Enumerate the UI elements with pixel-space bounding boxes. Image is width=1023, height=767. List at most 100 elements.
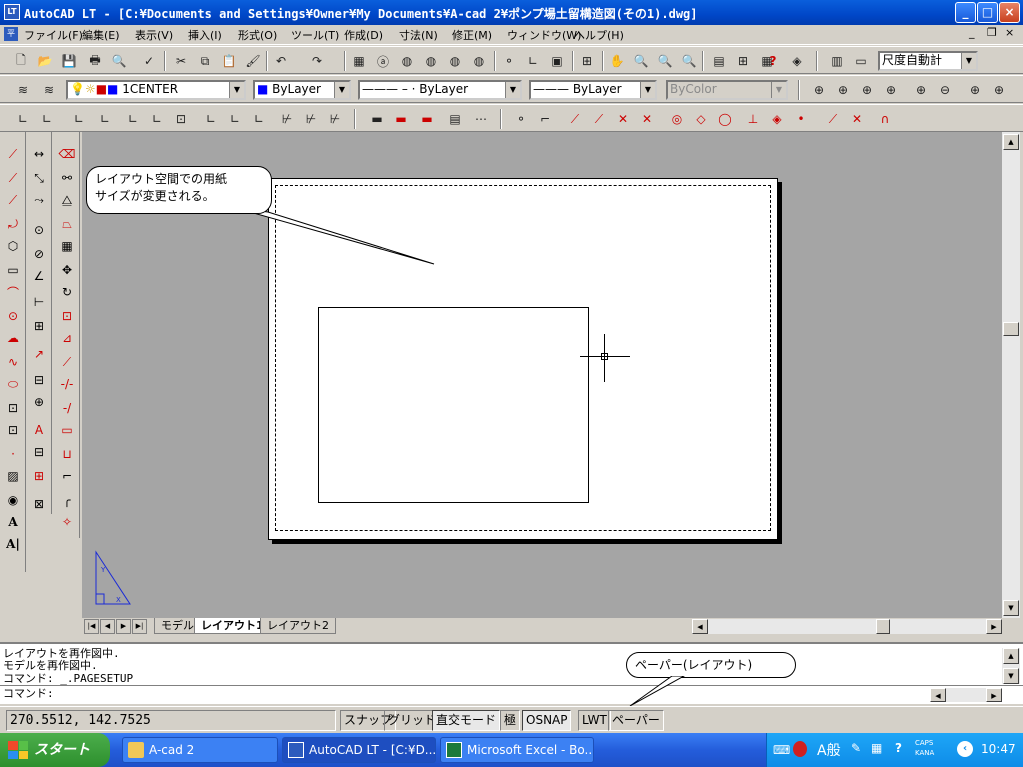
menu-tools[interactable]: ツール(T) [291, 27, 339, 43]
dim-textedit-icon[interactable]: ▬ [392, 110, 410, 128]
scale-icon[interactable]: ⊡ [57, 306, 77, 326]
copy-object-icon[interactable]: ⚯ [57, 168, 77, 188]
rectangle-icon[interactable]: ▭ [3, 260, 23, 280]
circle-icon[interactable]: ⊙ [3, 306, 23, 326]
center-mark-icon[interactable]: ⊕ [29, 392, 49, 412]
first-tab-icon[interactable]: |◀ [84, 619, 99, 634]
dimstyle-icon[interactable]: ▥ [828, 52, 846, 70]
prev-tab-icon[interactable]: ◀ [100, 619, 115, 634]
zoom-window-icon[interactable]: ⊕ [810, 81, 828, 99]
tolerance-icon[interactable]: ⊟ [29, 370, 49, 390]
ime-help-icon[interactable]: ? [895, 741, 902, 755]
insert-block-icon[interactable]: ⊡ [3, 398, 23, 418]
xline-icon[interactable]: ⟋ [3, 168, 23, 188]
dimtedit-v-icon[interactable]: ⊟ [29, 442, 49, 462]
dim-aligned-icon[interactable]: ∟ [38, 110, 56, 128]
polyline-icon[interactable]: ⟋ [3, 190, 23, 210]
paper-model-button[interactable]: ペーパー [608, 710, 664, 731]
clock[interactable]: 10:47 [981, 742, 1016, 756]
drawing-area[interactable]: Y X レイアウト空間での用紙 サイズが変更される。 [82, 132, 1002, 618]
dim-radius-v-icon[interactable]: ⊙ [29, 220, 49, 240]
dimstyle-dialog-icon[interactable]: ▤ [446, 110, 464, 128]
web-icon[interactable]: ◍ [398, 52, 416, 70]
arc-icon[interactable]: ⌒ [3, 282, 23, 302]
menu-help[interactable]: ヘルプ(H) [574, 27, 624, 43]
snap-from-icon[interactable]: ⚬ [500, 52, 518, 70]
dim-baseline-v-icon[interactable]: ⊢ [29, 292, 49, 312]
mirror-icon[interactable]: ⧋ [57, 190, 77, 210]
menu-format[interactable]: 形式(O) [238, 27, 277, 43]
adcenter-icon[interactable]: ⊞ [734, 52, 752, 70]
last-tab-icon[interactable]: ▶| [132, 619, 147, 634]
hscroll-thumb[interactable] [876, 619, 890, 634]
undo-icon[interactable]: ↶ [272, 52, 290, 70]
task-autocad[interactable]: AutoCAD LT - [C:¥D... [282, 737, 436, 763]
dim-angular-v-icon[interactable]: ∠ [29, 266, 49, 286]
maximize-button[interactable]: □ [977, 2, 998, 23]
ucs-icon[interactable]: ∟ [524, 52, 542, 70]
dim-quick-icon[interactable]: ∟ [202, 110, 220, 128]
lwt-button[interactable]: LWT [578, 710, 611, 731]
osnap-insert-icon[interactable]: ◈ [768, 110, 786, 128]
trim-icon[interactable]: -/- [57, 374, 77, 394]
menu-modify[interactable]: 修正(M) [452, 27, 492, 43]
command-scrollbar[interactable]: ▲ ▼ [1002, 648, 1020, 684]
properties-icon[interactable]: ▤ [710, 52, 728, 70]
move-icon[interactable]: ✥ [57, 260, 77, 280]
menu-insert[interactable]: 挿入(I) [188, 27, 222, 43]
stretch-icon[interactable]: ⊿ [57, 328, 77, 348]
break-icon[interactable]: ▭ [57, 420, 77, 440]
osnap-temp-icon[interactable]: ⚬ [512, 110, 530, 128]
scroll-down-icon[interactable]: ▼ [1003, 600, 1019, 616]
zoom-previous-icon[interactable]: 🔍 [680, 52, 698, 70]
dim-aligned-v-icon[interactable]: ⤡ [29, 168, 49, 188]
doc-minimize-button[interactable]: _ [969, 26, 975, 39]
pan-icon[interactable]: ✋ [608, 52, 626, 70]
scroll-down-icon[interactable]: ▼ [1003, 668, 1019, 684]
task-folder[interactable]: A-cad 2 [122, 737, 278, 763]
command-hscrollbar[interactable]: ◀ ▶ [930, 688, 1002, 702]
print-icon[interactable]: 🖶 [86, 52, 104, 70]
save-icon[interactable]: 💾 [60, 52, 78, 70]
ime-mode[interactable]: A般 [817, 740, 841, 760]
draworder-icon[interactable]: ▣ [548, 52, 566, 70]
dim-leader-v-icon[interactable]: ↗ [29, 344, 49, 364]
region-icon[interactable]: ◉ [3, 490, 23, 510]
menu-dimension[interactable]: 寸法(N) [399, 27, 438, 43]
offset-icon[interactable]: ⏢ [57, 214, 77, 234]
publish-icon[interactable]: ◍ [470, 52, 488, 70]
document-icon[interactable]: 平 [4, 27, 18, 41]
viewport[interactable] [318, 307, 589, 503]
spline-icon[interactable]: ∿ [3, 352, 23, 372]
osnap-tangent-icon[interactable]: ◯ [716, 110, 734, 128]
make-block-icon[interactable]: ⊡ [3, 420, 23, 440]
dim-update-icon[interactable]: ▬ [418, 110, 436, 128]
open-icon[interactable]: 📂 [36, 52, 54, 70]
extend-icon[interactable]: -/ [57, 398, 77, 418]
zoom-center-icon[interactable]: ⊕ [882, 81, 900, 99]
spell-check-icon[interactable]: ✓ [140, 52, 158, 70]
redo-icon[interactable]: ↷ [308, 52, 326, 70]
erase-icon[interactable]: ⌫ [57, 144, 77, 164]
next-tab-icon[interactable]: ▶ [116, 619, 131, 634]
polygon-icon[interactable]: ⤾ [3, 214, 23, 234]
osnap-button[interactable]: OSNAP [522, 710, 572, 731]
zoom-out-icon[interactable]: ⊖ [936, 81, 954, 99]
designcenter-icon[interactable]: ▦ [350, 52, 368, 70]
dim-leader-icon[interactable]: ⊬ [278, 110, 296, 128]
polar-button[interactable]: 極 [500, 710, 521, 731]
dim-continue-v-icon[interactable]: ⊞ [29, 316, 49, 336]
dim-linear-icon[interactable]: ∟ [14, 110, 32, 128]
layer-manager-icon[interactable]: ≋ [14, 81, 32, 99]
coordinates-display[interactable]: 270.5512, 142.7525 [6, 710, 336, 731]
osnap-settings-icon[interactable]: ∩ [876, 110, 894, 128]
dim-update-v-icon[interactable]: ⊞ [29, 466, 49, 486]
hatch-icon[interactable]: ▨ [3, 466, 23, 486]
fillet-icon[interactable]: ╭ [57, 490, 77, 510]
lineweight-dropdown[interactable]: ——— ByLayer ▼ [529, 80, 657, 100]
help-icon[interactable]: ? [764, 52, 782, 70]
osnap-from-icon[interactable]: ⌐ [536, 110, 554, 128]
match-properties-icon[interactable]: 🖌 [244, 52, 262, 70]
color-dropdown[interactable]: ■ ByLayer ▼ [253, 80, 351, 100]
dim-tolerance-icon[interactable]: ⊬ [302, 110, 320, 128]
